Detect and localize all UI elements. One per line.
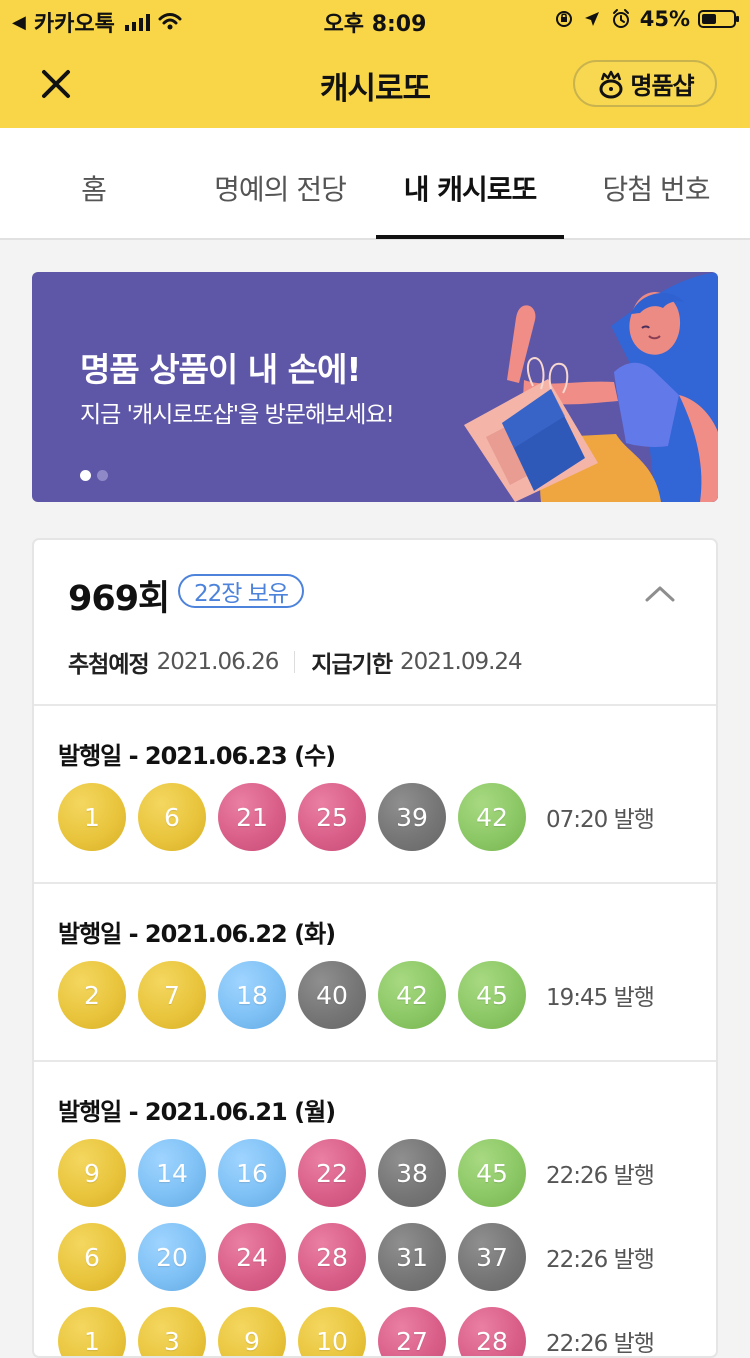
lotto-round-card: 969회 22장 보유 추첨예정 2021.06.26 지급기한 2021.09… [32,538,718,1358]
issue-date-label: 발행일 - 2021.06.23 (수) [58,742,336,770]
deadline-date: 2021.09.24 [399,649,523,675]
ticket-count-badge: 22장 보유 [178,574,305,608]
tab-bar: 홈 명예의 전당 내 캐시로또 당첨 번호 [0,128,750,240]
battery-icon [698,10,739,28]
banner-subtitle: 지금 '캐시로또샵'을 방문해보세요! [80,402,395,428]
issue-time: 07:20 발행 [546,807,655,833]
lotto-ball: 3 [138,1307,206,1356]
app-header: 캐시로또 명품샵 [0,40,750,128]
banner-pagination [80,470,108,481]
luxury-shop-button[interactable]: 명품샵 [573,60,717,107]
draw-date: 2021.06.26 [156,649,280,675]
lotto-ball: 28 [458,1307,526,1356]
lotto-ball: 31 [378,1223,446,1291]
ticket-group: 발행일 - 2021.06.22 (화) 2 7 18 40 42 45 19:… [34,882,716,1060]
lotto-ball: 1 [58,1307,126,1356]
issue-time: 19:45 발행 [546,985,655,1011]
location-arrow-icon [584,12,599,26]
lotto-ball: 1 [58,783,126,851]
lotto-ball: 9 [218,1307,286,1356]
issue-date-label: 발행일 - 2021.06.22 (화) [58,920,336,948]
lotto-ball: 42 [458,783,526,851]
issue-time: 22:26 발행 [546,1247,655,1273]
lotto-ball: 10 [298,1307,366,1356]
tab-home[interactable]: 홈 [35,168,152,240]
ticket-row: 1 6 21 25 39 42 07:20 발행 [58,783,655,851]
ticket-row: 9 14 16 22 38 45 22:26 발행 [58,1139,655,1207]
battery-percent: 45% [639,7,690,31]
lotto-ball: 2 [58,961,126,1029]
lotto-ball: 40 [298,961,366,1029]
promo-banner[interactable]: 명품 상품이 내 손에! 지금 '캐시로또샵'을 방문해보세요! [32,272,718,502]
lotto-ball: 21 [218,783,286,851]
tab-my-cash-lotto[interactable]: 내 캐시로또 [376,168,564,240]
date-divider [294,651,296,673]
lotto-ball: 9 [58,1139,126,1207]
lotto-ball: 37 [458,1223,526,1291]
crown-bag-icon [599,70,623,98]
issue-time: 22:26 발행 [546,1331,655,1357]
tab-hall-of-fame[interactable]: 명예의 전당 [192,168,368,240]
lotto-ball: 25 [298,783,366,851]
lotto-ball: 39 [378,783,446,851]
banner-dot-active[interactable] [80,470,91,481]
lotto-ball: 45 [458,1139,526,1207]
ticket-group: 발행일 - 2021.06.23 (수) 1 6 21 25 39 42 07:… [34,704,716,882]
lotto-ball: 20 [138,1223,206,1291]
banner-dot[interactable] [97,470,108,481]
ticket-group: 발행일 - 2021.06.21 (월) 9 14 16 22 38 45 22… [34,1060,716,1357]
deadline-label: 지급기한 [311,652,393,678]
banner-title: 명품 상품이 내 손에! [80,350,361,389]
chevron-up-icon [645,586,675,602]
tab-winning-numbers[interactable]: 당첨 번호 [580,168,732,240]
lotto-ball: 7 [138,961,206,1029]
lotto-ball: 45 [458,961,526,1029]
shop-label: 명품샵 [630,72,694,100]
lotto-ball: 18 [218,961,286,1029]
lotto-ball: 42 [378,961,446,1029]
ticket-row: 6 20 24 28 31 37 22:26 발행 [58,1223,655,1291]
orientation-lock-icon [555,11,572,27]
alarm-icon [612,9,629,28]
shopping-woman-illustration [464,272,718,502]
lotto-ball: 27 [378,1307,446,1356]
status-right: 45% [554,7,739,31]
lotto-ball: 22 [298,1139,366,1207]
draw-label: 추첨예정 [68,652,150,678]
lotto-ball: 38 [378,1139,446,1207]
status-bar: ◀ 카카오톡 오후 8:09 45% [0,0,750,40]
lotto-ball: 24 [218,1223,286,1291]
ticket-row: 1 3 9 10 27 28 22:26 발행 [58,1307,655,1357]
lotto-ball: 28 [298,1223,366,1291]
round-title: 969회 [68,579,170,619]
issue-time: 22:26 발행 [546,1163,655,1189]
lotto-ball: 14 [138,1139,206,1207]
lotto-ball: 6 [58,1223,126,1291]
collapse-button[interactable] [642,579,678,609]
draw-dates: 추첨예정 2021.06.26 지급기한 2021.09.24 [68,645,523,679]
ticket-row: 2 7 18 40 42 45 19:45 발행 [58,961,655,1029]
issue-date-label: 발행일 - 2021.06.21 (월) [58,1098,336,1126]
lotto-ball: 16 [218,1139,286,1207]
lotto-ball: 6 [138,783,206,851]
